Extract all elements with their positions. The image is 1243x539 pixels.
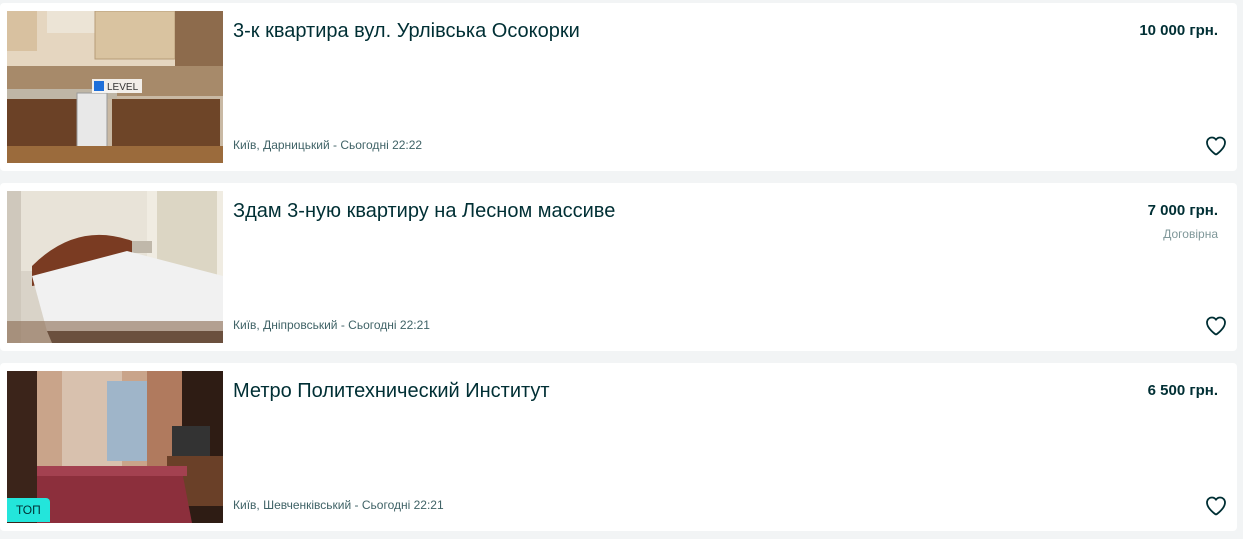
listing-card[interactable]: Здам 3-ную квартиру на Лесном массиве Ки… — [0, 183, 1237, 351]
listing-photo[interactable]: LEVEL — [7, 11, 223, 163]
listing-price: 7 000 грн. — [1147, 202, 1218, 219]
listing-card[interactable]: ТОП Метро Политехнический Институт Київ,… — [0, 363, 1237, 531]
favorite-heart-icon[interactable] — [1204, 314, 1228, 338]
listing-location-date: Київ, Дарницький - Сьогодні 22:22 — [233, 138, 423, 152]
listing-title[interactable]: Здам 3-ную квартиру на Лесном массиве — [233, 199, 615, 223]
listing-title[interactable]: Метро Политехнический Институт — [233, 379, 550, 403]
favorite-heart-icon[interactable] — [1204, 494, 1228, 518]
listing-card[interactable]: LEVEL 3-к квартира вул. Урлівська Осокор… — [0, 3, 1237, 171]
listing-price: 6 500 грн. — [1147, 382, 1218, 399]
listing-photo[interactable] — [7, 191, 223, 343]
photo-watermark: LEVEL — [107, 82, 139, 93]
favorite-heart-icon[interactable] — [1204, 134, 1228, 158]
listing-title[interactable]: 3-к квартира вул. Урлівська Осокорки — [233, 19, 580, 43]
listing-list: LEVEL 3-к квартира вул. Урлівська Осокор… — [0, 0, 1243, 539]
listing-location-date: Київ, Шевченківський - Сьогодні 22:21 — [233, 498, 444, 512]
kitchen-photo: LEVEL — [7, 11, 223, 163]
negotiable-label: Договірна — [1163, 227, 1218, 241]
top-badge: ТОП — [7, 498, 50, 522]
listing-price: 10 000 грн. — [1139, 22, 1218, 39]
bedroom-photo — [7, 191, 223, 343]
listing-location-date: Київ, Дніпровський - Сьогодні 22:21 — [233, 318, 430, 332]
